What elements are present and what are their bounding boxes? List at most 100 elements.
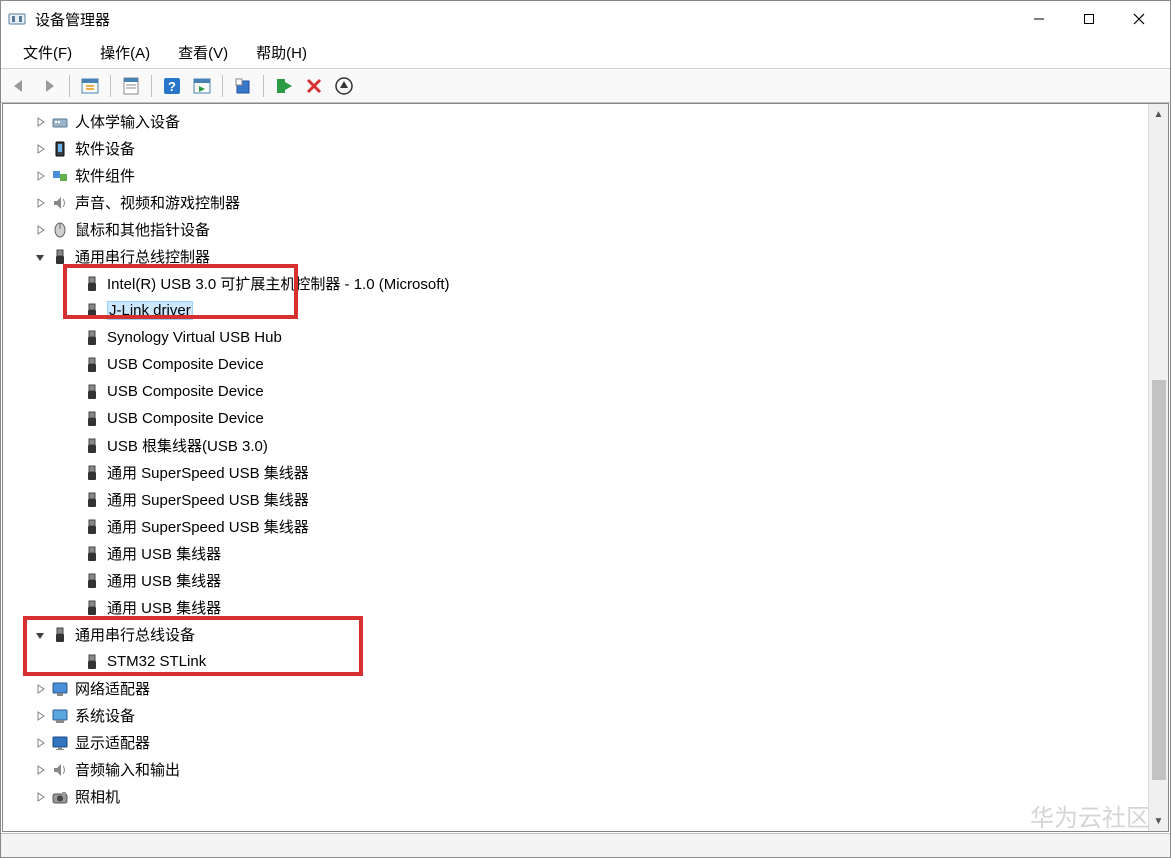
usb-plug-icon: [83, 545, 101, 563]
toolbar-sep: [69, 75, 70, 97]
enable-device-button[interactable]: [270, 72, 298, 100]
expander-icon[interactable]: [33, 115, 47, 129]
usb-plug-icon: [83, 437, 101, 455]
menu-action[interactable]: 操作(A): [86, 38, 164, 67]
usb-plug-icon: [83, 302, 101, 320]
tree-node-label: 显示适配器: [75, 732, 150, 753]
expander-icon[interactable]: [33, 196, 47, 210]
tree-node-label: 通用 USB 集线器: [107, 570, 221, 591]
tree-category[interactable]: 网络适配器: [3, 675, 1168, 702]
expander-icon[interactable]: [65, 358, 79, 372]
expander-icon[interactable]: [65, 277, 79, 291]
tree-category[interactable]: 人体学输入设备: [3, 108, 1168, 135]
tree-category[interactable]: 鼠标和其他指针设备: [3, 216, 1168, 243]
expander-icon[interactable]: [33, 223, 47, 237]
tree-item[interactable]: STM32 STLink: [3, 648, 1168, 675]
expander-icon[interactable]: [33, 250, 47, 264]
tree-category[interactable]: 软件组件: [3, 162, 1168, 189]
expander-icon[interactable]: [65, 412, 79, 426]
tree-category[interactable]: 音频输入和输出: [3, 756, 1168, 783]
tree-item[interactable]: 通用 SuperSpeed USB 集线器: [3, 459, 1168, 486]
expander-icon[interactable]: [33, 709, 47, 723]
expander-icon[interactable]: [65, 466, 79, 480]
expander-icon[interactable]: [65, 385, 79, 399]
tree-node-label: 通用 SuperSpeed USB 集线器: [107, 489, 309, 510]
maximize-button[interactable]: [1064, 1, 1114, 37]
system-device-icon: [51, 707, 69, 725]
expander-icon[interactable]: [65, 493, 79, 507]
tree-category[interactable]: 通用串行总线设备: [3, 621, 1168, 648]
usb-plug-icon: [83, 653, 101, 671]
back-button[interactable]: [5, 72, 33, 100]
scroll-down-arrow[interactable]: ▼: [1149, 811, 1168, 831]
expander-icon[interactable]: [33, 682, 47, 696]
close-button[interactable]: [1114, 1, 1164, 37]
expander-icon[interactable]: [65, 520, 79, 534]
tree-node-label: J-Link driver: [107, 301, 193, 320]
scan-hardware-button[interactable]: [188, 72, 216, 100]
expander-icon[interactable]: [33, 628, 47, 642]
audio-icon: [51, 194, 69, 212]
expander-icon[interactable]: [65, 601, 79, 615]
expander-icon[interactable]: [33, 169, 47, 183]
menu-help[interactable]: 帮助(H): [242, 38, 321, 67]
tree-node-label: 软件组件: [75, 165, 135, 186]
scroll-up-arrow[interactable]: ▲: [1149, 104, 1168, 124]
expander-icon[interactable]: [33, 763, 47, 777]
tree-node-label: 通用 SuperSpeed USB 集线器: [107, 462, 309, 483]
tree-item[interactable]: USB 根集线器(USB 3.0): [3, 432, 1168, 459]
tree-item[interactable]: 通用 USB 集线器: [3, 567, 1168, 594]
tree-item[interactable]: Synology Virtual USB Hub: [3, 324, 1168, 351]
titlebar: 设备管理器: [1, 1, 1170, 37]
expander-icon[interactable]: [33, 790, 47, 804]
tree-category[interactable]: 显示适配器: [3, 729, 1168, 756]
tree-node-label: 系统设备: [75, 705, 135, 726]
tree-item[interactable]: J-Link driver: [3, 297, 1168, 324]
scroll-thumb[interactable]: [1152, 380, 1166, 780]
minimize-button[interactable]: [1014, 1, 1064, 37]
tree-item[interactable]: USB Composite Device: [3, 405, 1168, 432]
expander-icon[interactable]: [65, 304, 79, 318]
uninstall-device-button[interactable]: [300, 72, 328, 100]
disable-device-button[interactable]: [330, 72, 358, 100]
forward-button[interactable]: [35, 72, 63, 100]
usb-plug-icon: [83, 410, 101, 428]
tree-node-label: 通用 USB 集线器: [107, 597, 221, 618]
svg-text:?: ?: [168, 79, 176, 94]
tree-item[interactable]: USB Composite Device: [3, 378, 1168, 405]
tree-category[interactable]: 通用串行总线控制器: [3, 243, 1168, 270]
usb-icon: [51, 626, 69, 644]
menu-view[interactable]: 查看(V): [164, 38, 242, 67]
software-component-icon: [51, 167, 69, 185]
expander-icon[interactable]: [65, 439, 79, 453]
usb-plug-icon: [83, 464, 101, 482]
device-tree[interactable]: 人体学输入设备软件设备软件组件声音、视频和游戏控制器鼠标和其他指针设备通用串行总…: [3, 104, 1168, 831]
expander-icon[interactable]: [65, 547, 79, 561]
tree-category[interactable]: 照相机: [3, 783, 1168, 810]
menubar: 文件(F) 操作(A) 查看(V) 帮助(H): [1, 37, 1170, 69]
toolbar-sep: [110, 75, 111, 97]
update-driver-button[interactable]: [229, 72, 257, 100]
tree-item[interactable]: 通用 USB 集线器: [3, 540, 1168, 567]
tree-item[interactable]: USB Composite Device: [3, 351, 1168, 378]
expander-icon[interactable]: [65, 331, 79, 345]
expander-icon[interactable]: [33, 736, 47, 750]
menu-file[interactable]: 文件(F): [9, 38, 86, 67]
vertical-scrollbar[interactable]: ▲ ▼: [1148, 104, 1168, 831]
expander-icon[interactable]: [33, 142, 47, 156]
tree-item[interactable]: 通用 USB 集线器: [3, 594, 1168, 621]
expander-icon[interactable]: [65, 655, 79, 669]
mouse-icon: [51, 221, 69, 239]
tree-item[interactable]: Intel(R) USB 3.0 可扩展主机控制器 - 1.0 (Microso…: [3, 270, 1168, 297]
tree-category[interactable]: 声音、视频和游戏控制器: [3, 189, 1168, 216]
tree-category[interactable]: 系统设备: [3, 702, 1168, 729]
properties-button[interactable]: [117, 72, 145, 100]
tree-item[interactable]: 通用 SuperSpeed USB 集线器: [3, 486, 1168, 513]
show-hide-tree-button[interactable]: [76, 72, 104, 100]
toolbar-sep: [151, 75, 152, 97]
software-device-icon: [51, 140, 69, 158]
tree-category[interactable]: 软件设备: [3, 135, 1168, 162]
expander-icon[interactable]: [65, 574, 79, 588]
help-button[interactable]: ?: [158, 72, 186, 100]
tree-item[interactable]: 通用 SuperSpeed USB 集线器: [3, 513, 1168, 540]
